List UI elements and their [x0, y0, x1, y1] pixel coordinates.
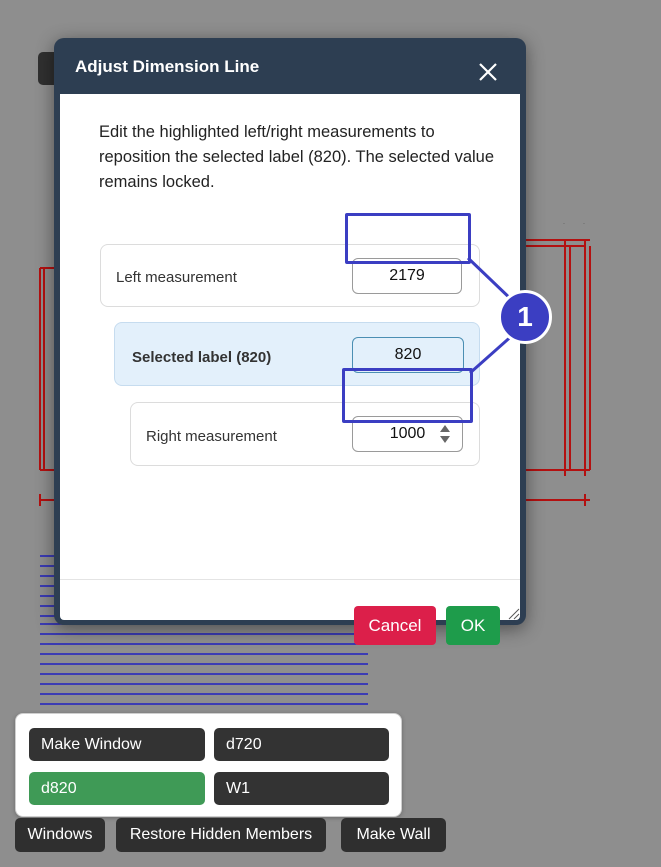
close-button[interactable]	[476, 60, 500, 84]
make-wall-button[interactable]: Make Wall	[341, 818, 446, 852]
w1-button[interactable]: W1	[214, 772, 389, 805]
dialog-title: Adjust Dimension Line	[75, 57, 260, 76]
svg-text:·: ·	[563, 221, 565, 227]
resize-grip-icon[interactable]	[506, 606, 520, 620]
stepper-arrows-icon[interactable]	[439, 423, 451, 445]
make-window-button[interactable]: Make Window	[29, 728, 205, 761]
restore-hidden-members-button[interactable]: Restore Hidden Members	[116, 818, 326, 852]
d720-button[interactable]: d720	[214, 728, 389, 761]
dialog-body: Edit the highlighted left/right measurem…	[60, 94, 520, 645]
d820-button[interactable]: d820	[29, 772, 205, 805]
svg-text:·: ·	[583, 221, 585, 227]
selected-label-text: Selected label (820)	[132, 349, 272, 366]
dialog-instructions: Edit the highlighted left/right measurem…	[99, 123, 495, 191]
dialog-footer-divider	[60, 579, 520, 580]
close-icon	[479, 63, 497, 81]
member-selection-panel: Make Window d720 d820 W1	[15, 713, 402, 817]
right-measurement-highlight	[342, 368, 473, 423]
callout-badge: 1	[498, 290, 552, 344]
left-measurement-highlight	[345, 213, 471, 264]
adjust-dimension-dialog: Adjust Dimension Line Edit the highlight…	[54, 38, 526, 645]
cancel-button[interactable]: Cancel	[354, 606, 436, 645]
ok-button[interactable]: OK	[446, 606, 500, 645]
dialog-header: Adjust Dimension Line	[54, 38, 526, 94]
right-measurement-label: Right measurement	[146, 428, 277, 445]
windows-button[interactable]: Windows	[15, 818, 105, 852]
left-measurement-label: Left measurement	[116, 269, 237, 286]
